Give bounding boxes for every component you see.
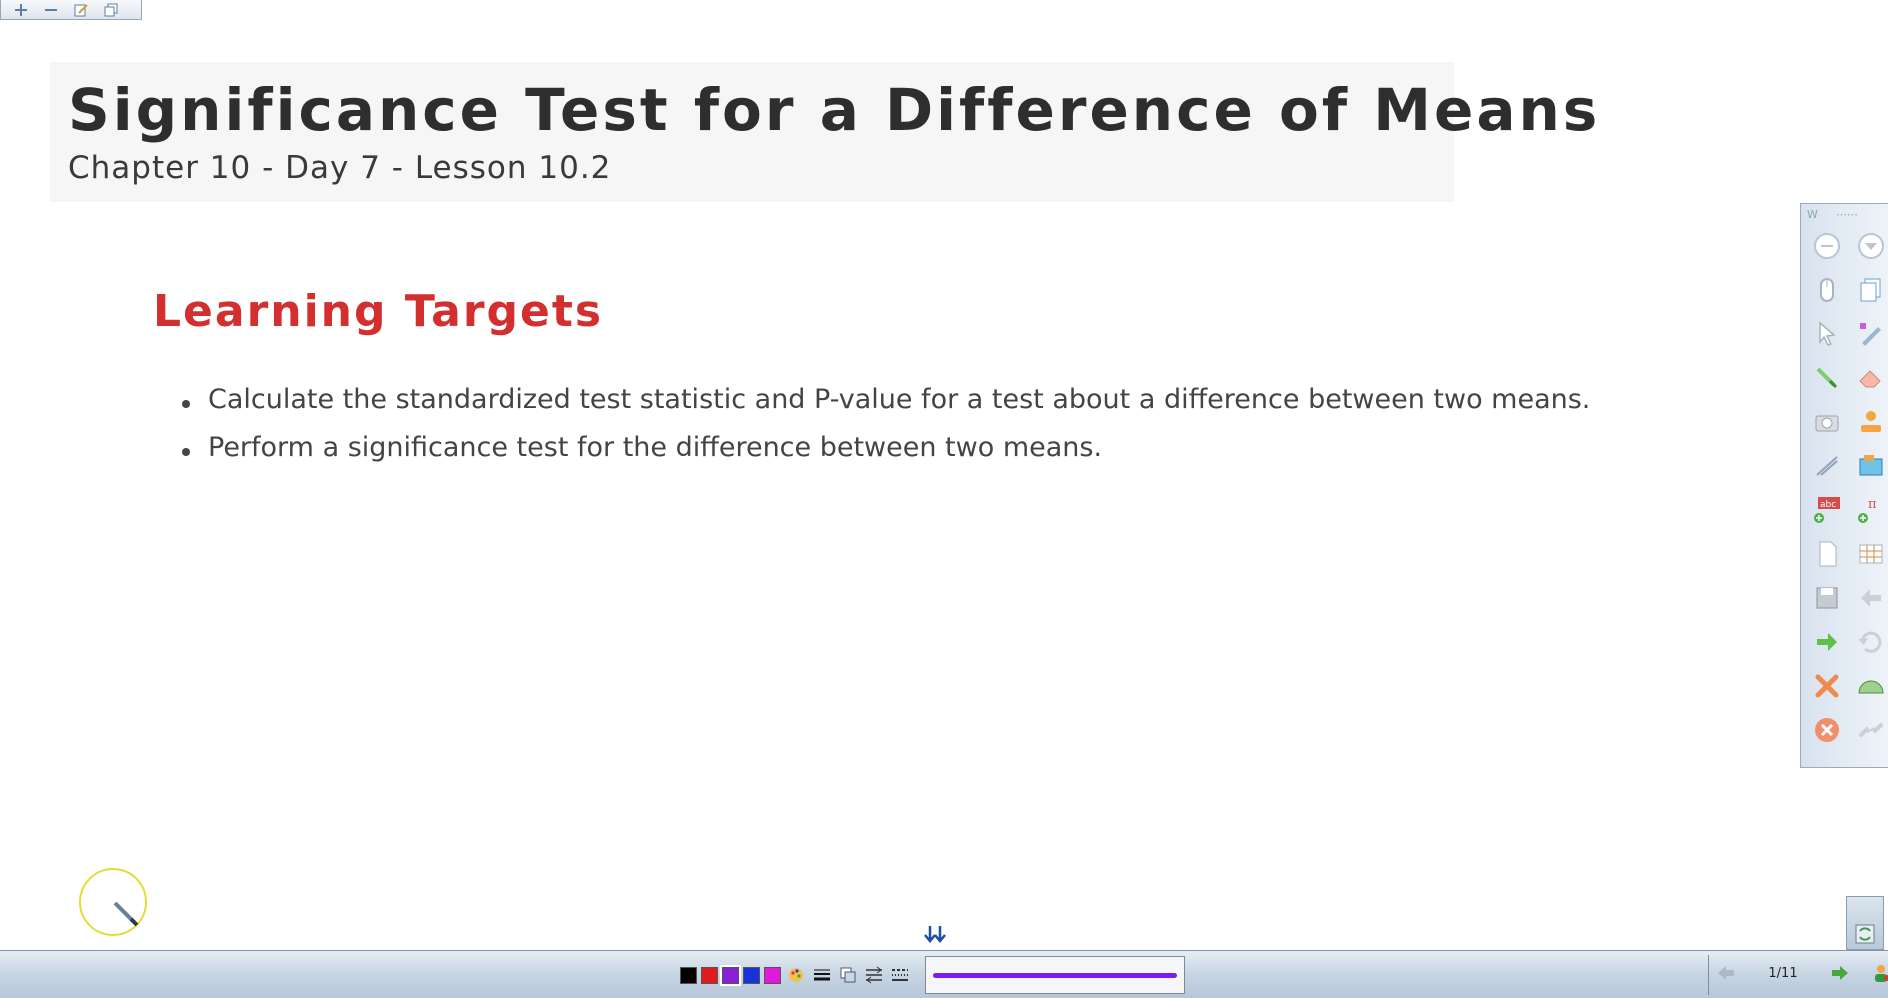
divider [1708, 955, 1709, 995]
pages-icon[interactable] [1849, 268, 1888, 312]
title-card: Significance Test for a Difference of Me… [50, 62, 1597, 202]
page-indicator: 1/11 [1768, 965, 1798, 981]
svg-text:abc: abc [1820, 500, 1836, 510]
eraser-icon[interactable] [1849, 356, 1888, 400]
copy-icon[interactable] [101, 2, 121, 18]
mouse-icon[interactable] [1805, 268, 1849, 312]
color-swatch-red[interactable] [701, 966, 718, 984]
svg-text:π: π [1868, 497, 1877, 512]
link-icon[interactable] [1849, 708, 1888, 752]
edit-icon[interactable] [71, 2, 91, 18]
collapse-toolbar-icon[interactable] [922, 924, 948, 950]
drag-handle-icon[interactable]: ⋯⋯ [1836, 208, 1858, 221]
list-item: Calculate the standardized test statisti… [178, 384, 1590, 415]
grid-page-icon[interactable] [1849, 532, 1888, 576]
palette-icon[interactable] [785, 965, 807, 985]
color-swatch-blue[interactable] [743, 966, 760, 984]
color-swatch-purple[interactable] [720, 964, 741, 986]
learning-targets-list: Calculate the standardized test statisti… [178, 384, 1590, 480]
dropdown-icon[interactable] [1849, 224, 1888, 268]
clear-icon[interactable] [1805, 664, 1849, 708]
add-icon[interactable] [11, 2, 31, 18]
list-item: Perform a significance test for the diff… [178, 432, 1590, 463]
bottom-toolbar: 1/11 [0, 950, 1888, 998]
undo-icon[interactable] [1849, 620, 1888, 664]
page-navigation: 1/11 [1716, 963, 1888, 983]
tool-grid: abc π [1801, 224, 1888, 752]
recycle-bin-icon[interactable] [1846, 896, 1884, 950]
transparency-icon[interactable] [837, 965, 859, 985]
math-icon[interactable]: π [1849, 488, 1888, 532]
color-swatch-black[interactable] [680, 966, 697, 984]
whiteboard-page: Significance Test for a Difference of Me… [0, 0, 1888, 998]
dash-style-icon[interactable] [889, 965, 911, 985]
color-swatch-magenta[interactable] [764, 966, 781, 984]
save-icon[interactable] [1805, 576, 1849, 620]
palette-grip[interactable]: W ⋯⋯ [1801, 204, 1888, 224]
whiteboard-logo-icon: W [1807, 207, 1818, 221]
highlighter-icon[interactable] [1849, 312, 1888, 356]
back-icon[interactable] [1849, 576, 1888, 620]
minimize-icon[interactable] [1805, 224, 1849, 268]
line-tool-icon[interactable] [1805, 444, 1849, 488]
next-page-icon[interactable] [1830, 964, 1850, 982]
blank-page-icon[interactable] [1805, 532, 1849, 576]
select-arrow-icon[interactable] [1805, 312, 1849, 356]
color-swatches [680, 964, 911, 986]
pen-cursor-icon [113, 901, 139, 927]
previous-page-icon[interactable] [1716, 964, 1736, 982]
stamp-icon[interactable] [1849, 400, 1888, 444]
pen-stroke-preview [933, 972, 1177, 978]
right-tool-palette: W ⋯⋯ abc π [1800, 203, 1888, 768]
user-settings-icon[interactable] [1872, 963, 1888, 983]
forward-icon[interactable] [1805, 620, 1849, 664]
learning-targets-heading: Learning Targets [153, 286, 604, 337]
pen-preview[interactable] [925, 956, 1185, 994]
protractor-icon[interactable] [1849, 664, 1888, 708]
line-style-icon[interactable] [863, 965, 885, 985]
slide-title: Significance Test for a Difference of Me… [68, 76, 1601, 144]
pen-icon[interactable] [1805, 356, 1849, 400]
text-icon[interactable]: abc [1805, 488, 1849, 532]
close-icon[interactable] [1805, 708, 1849, 752]
line-width-icon[interactable] [811, 965, 833, 985]
minus-icon[interactable] [41, 2, 61, 18]
mini-toolbar [0, 0, 142, 20]
camera-icon[interactable] [1805, 400, 1849, 444]
slide-subtitle: Chapter 10 - Day 7 - Lesson 10.2 [68, 150, 612, 186]
screen-capture-icon[interactable] [1849, 444, 1888, 488]
